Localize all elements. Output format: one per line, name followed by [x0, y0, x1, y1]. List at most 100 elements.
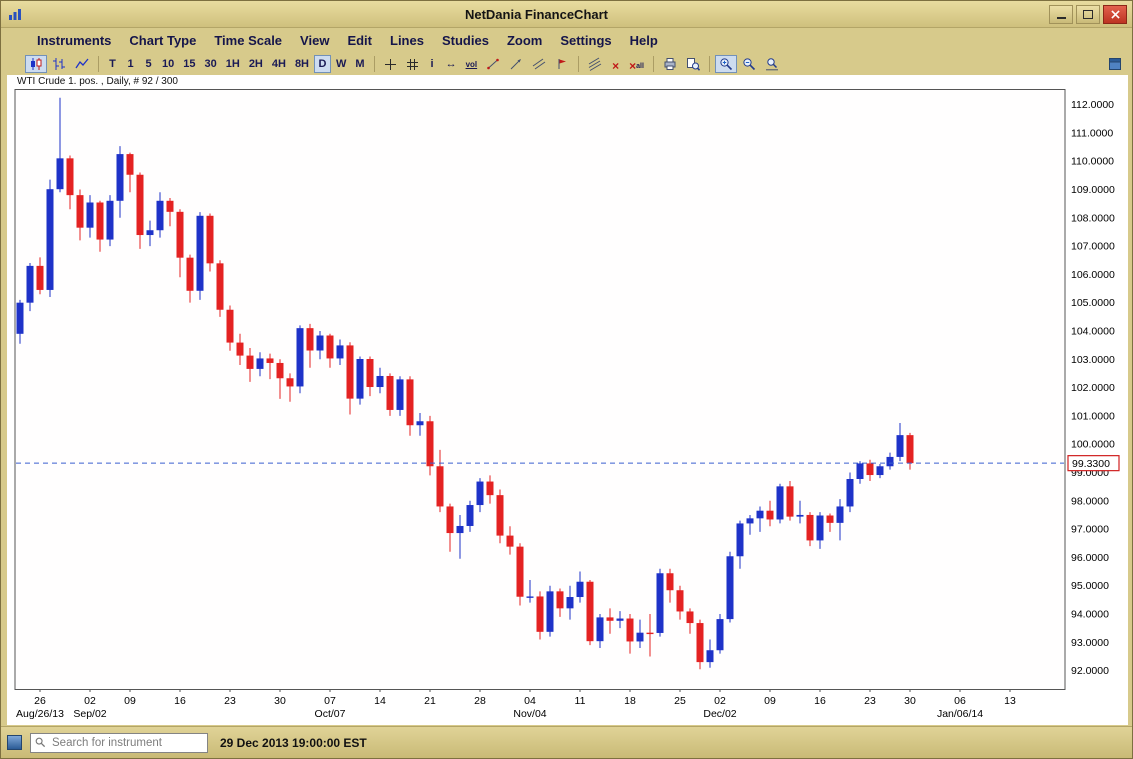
bar-chart-button[interactable] — [48, 55, 70, 73]
svg-text:04: 04 — [524, 695, 536, 707]
horizontal-scale-button[interactable]: ↔ — [442, 55, 461, 73]
print-button[interactable] — [659, 55, 681, 73]
info-button[interactable]: i — [424, 55, 441, 73]
svg-text:28: 28 — [474, 695, 486, 707]
svg-text:110.0000: 110.0000 — [1071, 156, 1114, 168]
minimize-button[interactable] — [1049, 5, 1073, 24]
svg-text:23: 23 — [224, 695, 236, 707]
interval-m-button[interactable]: M — [351, 55, 368, 73]
interval-1-button[interactable]: 1 — [122, 55, 139, 73]
interval-5-button[interactable]: 5 — [140, 55, 157, 73]
menu-studies[interactable]: Studies — [434, 31, 497, 50]
interval-2h-button[interactable]: 2H — [245, 55, 267, 73]
svg-text:97.0000: 97.0000 — [1071, 524, 1109, 536]
svg-text:Sep/02: Sep/02 — [73, 708, 106, 720]
svg-text:02: 02 — [714, 695, 726, 707]
price-chart[interactable]: 92.000093.000094.000095.000096.000097.00… — [7, 89, 1128, 725]
interval-10-button[interactable]: 10 — [158, 55, 178, 73]
svg-text:Dec/02: Dec/02 — [703, 708, 736, 720]
trendline-icon — [486, 57, 500, 71]
candlestick-chart-button[interactable] — [25, 55, 47, 73]
channel-tool-button[interactable] — [584, 55, 606, 73]
flag-tool-button[interactable] — [551, 55, 573, 73]
trendline-tool-button[interactable] — [482, 55, 504, 73]
search-icon — [35, 737, 46, 748]
time-axis: 2602091623300714212804111825020916233006… — [16, 689, 1016, 720]
zoom-range-button[interactable] — [761, 55, 783, 73]
interval-1h-button[interactable]: 1H — [222, 55, 244, 73]
toolbar-separator — [374, 56, 375, 72]
svg-text:96.0000: 96.0000 — [1071, 552, 1109, 564]
ray-tool-button[interactable] — [505, 55, 527, 73]
menu-zoom[interactable]: Zoom — [499, 31, 550, 50]
menu-time-scale[interactable]: Time Scale — [206, 31, 290, 50]
toolbar-separator — [709, 56, 710, 72]
crosshair-button[interactable] — [380, 55, 401, 73]
grid-button[interactable] — [402, 55, 423, 73]
zoom-in-icon — [719, 57, 733, 71]
chart-legend: WTI Crude 1. pos. , Daily, # 92 / 300 — [7, 75, 1128, 89]
svg-text:Aug/26/13: Aug/26/13 — [16, 708, 64, 720]
line-chart-button[interactable] — [71, 55, 93, 73]
parallel-lines-icon — [532, 57, 546, 71]
panel-icon — [1108, 57, 1122, 71]
dock-panel-button[interactable] — [1104, 55, 1126, 73]
svg-text:21: 21 — [424, 695, 436, 707]
parallel-lines-tool-button[interactable] — [528, 55, 550, 73]
interval-t-button[interactable]: T — [104, 55, 121, 73]
instrument-list-icon[interactable] — [7, 735, 22, 750]
current-price-marker: 99.3300 — [1068, 456, 1119, 471]
menubar: Instruments Chart Type Time Scale View E… — [1, 28, 1132, 52]
svg-text:09: 09 — [764, 695, 776, 707]
maximize-button[interactable] — [1076, 5, 1100, 24]
delete-all-icon: × — [629, 60, 636, 72]
zoom-fit-button[interactable] — [682, 55, 704, 73]
svg-text:102.0000: 102.0000 — [1071, 382, 1115, 394]
menu-edit[interactable]: Edit — [339, 31, 380, 50]
app-icon — [6, 6, 24, 22]
svg-text:95.0000: 95.0000 — [1071, 580, 1109, 592]
svg-text:30: 30 — [904, 695, 916, 707]
statusbar: 29 Dec 2013 19:00:00 EST — [1, 726, 1132, 758]
menu-instruments[interactable]: Instruments — [29, 31, 119, 50]
menu-help[interactable]: Help — [622, 31, 666, 50]
svg-text:104.0000: 104.0000 — [1071, 325, 1115, 337]
interval-4h-button[interactable]: 4H — [268, 55, 290, 73]
svg-text:23: 23 — [864, 695, 876, 707]
zoom-range-icon — [765, 57, 779, 71]
line-chart-icon — [75, 57, 89, 71]
delete-line-button[interactable]: × — [607, 55, 624, 73]
interval-30-button[interactable]: 30 — [201, 55, 221, 73]
channel-lines-icon — [588, 57, 602, 71]
svg-text:108.0000: 108.0000 — [1071, 212, 1115, 224]
svg-text:94.0000: 94.0000 — [1071, 609, 1109, 621]
svg-text:06: 06 — [954, 695, 966, 707]
zoom-out-button[interactable] — [738, 55, 760, 73]
menu-chart-type[interactable]: Chart Type — [121, 31, 204, 50]
printer-icon — [663, 57, 677, 71]
grid-icon — [406, 58, 419, 71]
svg-text:16: 16 — [814, 695, 826, 707]
flag-icon — [555, 57, 569, 71]
zoom-in-button[interactable] — [715, 55, 737, 73]
interval-8h-button[interactable]: 8H — [291, 55, 313, 73]
svg-text:13: 13 — [1004, 695, 1016, 707]
menu-lines[interactable]: Lines — [382, 31, 432, 50]
status-timestamp: 29 Dec 2013 19:00:00 EST — [220, 736, 367, 750]
search-input[interactable] — [50, 736, 203, 750]
volume-button[interactable]: vol — [462, 55, 482, 73]
search-box[interactable] — [30, 733, 208, 753]
interval-d-button[interactable]: D — [314, 55, 331, 73]
delete-all-lines-button[interactable]: ×all — [625, 55, 648, 73]
close-button[interactable] — [1103, 5, 1127, 24]
svg-text:16: 16 — [174, 695, 186, 707]
svg-text:18: 18 — [624, 695, 636, 707]
svg-text:112.0000: 112.0000 — [1071, 99, 1114, 111]
menu-settings[interactable]: Settings — [552, 31, 619, 50]
menu-view[interactable]: View — [292, 31, 337, 50]
svg-text:101.0000: 101.0000 — [1071, 410, 1115, 422]
interval-15-button[interactable]: 15 — [179, 55, 199, 73]
ray-arrow-icon — [509, 57, 523, 71]
svg-text:111.0000: 111.0000 — [1071, 127, 1113, 139]
interval-w-button[interactable]: W — [332, 55, 350, 73]
